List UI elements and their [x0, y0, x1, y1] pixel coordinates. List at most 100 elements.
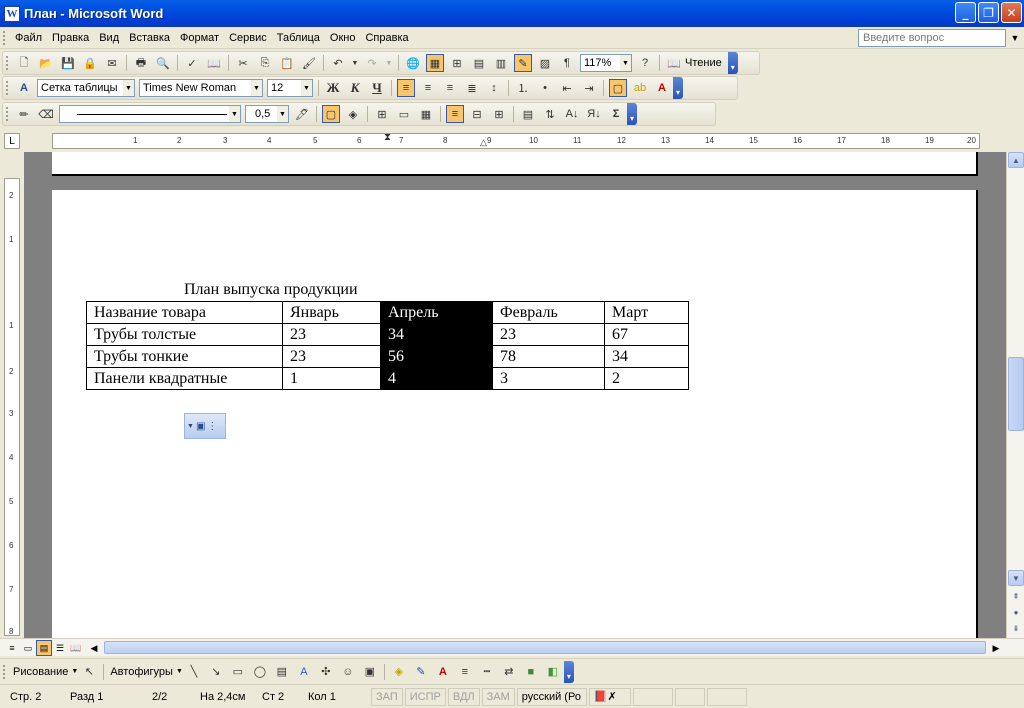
spelling-status-icon[interactable]: 📕✗ — [588, 687, 631, 706]
menu-grip[interactable] — [3, 30, 6, 45]
eraser-icon[interactable]: ⌫ — [37, 105, 55, 123]
text-direction-icon[interactable]: ⇅ — [541, 105, 559, 123]
shadow-icon[interactable]: ■ — [522, 663, 540, 681]
minimize-button[interactable]: _ — [955, 2, 976, 23]
show-hide-icon[interactable]: ¶ — [558, 54, 576, 72]
font-color-icon[interactable]: A — [653, 79, 671, 97]
next-page-icon[interactable]: ⇟ — [1008, 620, 1024, 636]
font-color-icon[interactable]: A — [434, 663, 452, 681]
undo-icon[interactable]: ↶ — [329, 54, 347, 72]
ask-question-input[interactable]: Введите вопрос — [858, 29, 1006, 47]
right-indent-icon[interactable]: △ — [480, 137, 487, 148]
decrease-indent-icon[interactable]: ⇤ — [558, 79, 576, 97]
format-painter-icon[interactable]: 🖌 — [300, 54, 318, 72]
toolbar-grip[interactable] — [6, 81, 9, 95]
split-cells-icon[interactable]: ▦ — [417, 105, 435, 123]
merge-cells-icon[interactable]: ▭ — [395, 105, 413, 123]
table-cell[interactable]: 3 — [492, 367, 605, 390]
first-line-indent-icon[interactable]: ⧗ — [384, 132, 391, 143]
cut-icon[interactable]: ✂ — [234, 54, 252, 72]
undo-dropdown-icon[interactable]: ▼ — [351, 54, 359, 72]
vertical-scrollbar[interactable]: ▲ ▼ ⇞ ● ⇟ — [1006, 152, 1024, 638]
spelling-icon[interactable]: ✓ — [183, 54, 201, 72]
columns-icon[interactable]: ▥ — [492, 54, 510, 72]
numbering-icon[interactable]: ⒈ — [514, 79, 532, 97]
redo-dropdown-icon[interactable]: ▼ — [385, 54, 393, 72]
wordart-icon[interactable]: A — [295, 663, 313, 681]
borders-icon[interactable]: ▢ — [322, 105, 340, 123]
toolbar-grip[interactable] — [3, 664, 6, 679]
read-icon[interactable]: 📖 — [665, 54, 683, 72]
chevron-down-icon[interactable]: ▼ — [176, 668, 183, 675]
clip-art-icon[interactable]: ☺ — [339, 663, 357, 681]
highlight-icon[interactable]: ab — [631, 79, 649, 97]
document-title[interactable]: План выпуска продукции — [184, 281, 358, 299]
table-cell-selected[interactable]: 56 — [380, 345, 493, 368]
zoom-select[interactable]: 117% ▼ — [580, 54, 632, 72]
table-cell[interactable]: Панели квадратные — [86, 367, 283, 390]
page-1-bottom[interactable] — [52, 152, 978, 176]
select-objects-icon[interactable]: ↖ — [80, 663, 98, 681]
line-style-select[interactable]: ▼ — [59, 105, 241, 123]
status-language[interactable]: русский (Ро — [516, 687, 587, 706]
scroll-down-icon[interactable]: ▼ — [1008, 570, 1024, 586]
menu-insert[interactable]: Вставка — [124, 27, 175, 49]
distribute-rows-icon[interactable]: ⊟ — [468, 105, 486, 123]
maximize-button[interactable]: ❐ — [978, 2, 999, 23]
table-cell-selected[interactable]: 4 — [380, 367, 493, 390]
table-cell[interactable]: Название товара — [86, 301, 283, 324]
table-cell[interactable]: Трубы тонкие — [86, 345, 283, 368]
document-area[interactable]: План выпуска продукции Название товара Я… — [24, 152, 1006, 638]
tab-selector-icon[interactable]: L — [4, 133, 20, 149]
table-cell[interactable]: 67 — [604, 323, 689, 346]
toolbar-options-icon[interactable]: ▾ — [673, 77, 683, 99]
status-track-changes[interactable]: ИСПР — [404, 687, 446, 706]
fill-color-icon[interactable]: ◈ — [390, 663, 408, 681]
copy-icon[interactable]: ⎘ — [256, 54, 274, 72]
email-icon[interactable]: ✉ — [103, 54, 121, 72]
toolbar-grip[interactable] — [6, 56, 9, 70]
outside-border-icon[interactable]: ▢ — [609, 79, 627, 97]
floating-toolbar[interactable]: ▼ ▣ ⋮ — [184, 413, 226, 439]
tables-borders-icon[interactable]: ▦ — [426, 54, 444, 72]
table-cell-selected[interactable]: Апрель — [380, 301, 493, 324]
bold-button[interactable]: Ж — [324, 79, 342, 97]
print-icon[interactable]: 🖶 — [132, 54, 150, 72]
menu-table[interactable]: Таблица — [272, 27, 325, 49]
line-color-icon[interactable]: ✎ — [412, 663, 430, 681]
underline-button[interactable]: Ч — [368, 79, 386, 97]
arrow-icon[interactable]: ↘ — [207, 663, 225, 681]
bullets-icon[interactable]: • — [536, 79, 554, 97]
table-cell[interactable]: 78 — [492, 345, 605, 368]
status-extend-selection[interactable]: ВДЛ — [447, 687, 480, 706]
line-icon[interactable]: ╲ — [185, 663, 203, 681]
table-cell[interactable]: Март — [604, 301, 689, 324]
research-icon[interactable]: 📖 — [205, 54, 223, 72]
menu-view[interactable]: Вид — [94, 27, 124, 49]
style-select[interactable]: Сетка таблицы ▼ — [37, 79, 135, 97]
scroll-thumb[interactable] — [1008, 357, 1024, 431]
scroll-right-icon[interactable]: ▶ — [988, 640, 1004, 656]
line-style-icon[interactable]: ≡ — [456, 663, 474, 681]
table-cell[interactable]: 23 — [282, 323, 381, 346]
align-right-icon[interactable]: ≡ — [441, 79, 459, 97]
horizontal-scroll-thumb[interactable] — [104, 641, 986, 654]
status-record-macro[interactable]: ЗАП — [371, 687, 403, 706]
draw-table-icon[interactable]: ✏ — [15, 105, 33, 123]
table-cell[interactable]: 23 — [282, 345, 381, 368]
chevron-down-icon[interactable]: ▼ — [71, 668, 78, 675]
align-cell-icon[interactable]: ≡ — [446, 105, 464, 123]
align-center-icon[interactable]: ≡ — [419, 79, 437, 97]
permission-icon[interactable]: 🔒 — [81, 54, 99, 72]
help-icon[interactable]: ? — [636, 54, 654, 72]
dash-style-icon[interactable]: ┅ — [478, 663, 496, 681]
shading-color-icon[interactable]: ◈ — [344, 105, 362, 123]
line-spacing-icon[interactable]: ↕ — [485, 79, 503, 97]
word-app-icon[interactable]: W — [4, 5, 20, 22]
picture-icon[interactable]: ▣ — [361, 663, 379, 681]
toolbar-options-icon[interactable]: ▾ — [563, 660, 574, 683]
menu-edit[interactable]: Правка — [47, 27, 94, 49]
vertical-ruler[interactable]: 2 1 1 2 3 4 5 6 7 8 — [4, 178, 20, 636]
insert-table-icon[interactable]: ⊞ — [448, 54, 466, 72]
new-document-icon[interactable]: 🗋 — [15, 54, 33, 72]
